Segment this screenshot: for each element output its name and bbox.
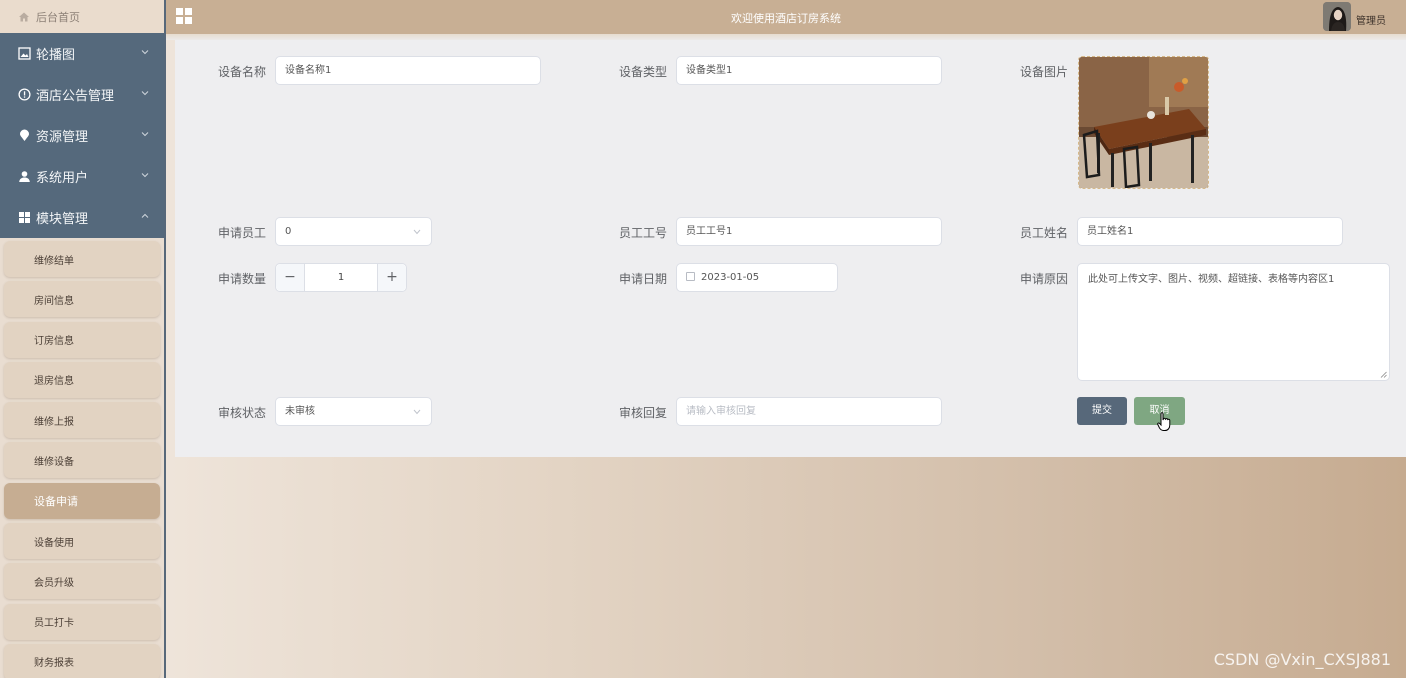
device-name-label: 设备名称: [217, 65, 266, 79]
device-image-label: 设备图片: [1019, 65, 1068, 79]
applicant-label: 申请员工: [217, 226, 266, 240]
employee-no-label: 员工工号: [618, 226, 667, 240]
submit-button[interactable]: 提交: [1077, 397, 1127, 425]
sidebar-item-users[interactable]: 系统用户: [0, 156, 164, 197]
sidebar-home[interactable]: 后台首页: [0, 0, 164, 33]
resize-handle-icon[interactable]: [1380, 371, 1387, 378]
review-reply-input[interactable]: 请输入审核回复: [676, 397, 942, 426]
apply-date-picker[interactable]: 2023-01-05: [676, 263, 838, 292]
sidebar-item-notice[interactable]: 酒店公告管理: [0, 74, 164, 115]
sidebar-item-label: 系统用户: [36, 171, 89, 186]
review-reply-label: 审核回复: [618, 406, 667, 420]
employee-no-input[interactable]: 员工工号1: [676, 217, 942, 246]
sidebar-item-label: 轮播图: [36, 48, 76, 63]
page-title: 欢迎使用酒店订房系统: [731, 12, 841, 25]
form-panel: 设备名称 设备名称1 设备类型 设备类型1 设备图片 申请员工 0 员工工号 员…: [175, 40, 1406, 457]
review-status-label: 审核状态: [217, 406, 266, 420]
admin-name[interactable]: 管理员: [1356, 12, 1386, 27]
submenu-item[interactable]: 会员升级: [4, 563, 160, 600]
chevron-down-icon: [141, 50, 149, 55]
calendar-icon: [686, 272, 695, 281]
submenu-item[interactable]: 房间信息: [4, 281, 160, 318]
info-icon: [18, 88, 31, 101]
user-icon: [19, 171, 30, 182]
employee-name-input[interactable]: 员工姓名1: [1077, 217, 1343, 246]
device-image[interactable]: [1078, 56, 1209, 189]
review-status-value: 未审核: [285, 406, 315, 417]
device-type-input[interactable]: 设备类型1: [676, 56, 942, 85]
top-bar: 欢迎使用酒店订房系统 管理员: [166, 0, 1406, 34]
submenu-item[interactable]: 设备使用: [4, 523, 160, 560]
submenu-item[interactable]: 维修设备: [4, 442, 160, 479]
device-type-label: 设备类型: [618, 65, 667, 79]
submenu-item[interactable]: 财务报表: [4, 643, 160, 678]
chevron-down-icon: [141, 91, 149, 96]
apply-date-value: 2023-01-05: [701, 272, 760, 283]
location-icon: [20, 129, 29, 141]
avatar[interactable]: [1323, 2, 1351, 31]
sidebar-item-modules[interactable]: 模块管理: [0, 197, 164, 238]
reason-text: 此处可上传文字、图片、视频、超链接、表格等内容区1: [1088, 274, 1335, 285]
increment-button[interactable]: +: [377, 264, 406, 291]
watermark: CSDN @Vxin_CXSJ881: [1213, 650, 1391, 669]
applicant-value: 0: [285, 226, 292, 237]
submenu-item-active[interactable]: 设备申请: [4, 482, 160, 519]
review-status-select[interactable]: 未审核: [275, 397, 432, 426]
sidebar: 后台首页 轮播图 酒店公告管理 资源管理 系统用户 模块管理 维修结单 房间信息…: [0, 0, 166, 678]
submenu-item[interactable]: 维修结单: [4, 241, 160, 277]
home-icon: [19, 12, 29, 21]
image-icon: [18, 47, 31, 60]
employee-name-label: 员工姓名: [1019, 226, 1068, 240]
sidebar-menu: 轮播图 酒店公告管理 资源管理 系统用户 模块管理: [0, 33, 164, 238]
sidebar-item-label: 资源管理: [36, 130, 89, 145]
submenu-item[interactable]: 退房信息: [4, 361, 160, 398]
submenu-item[interactable]: 订房信息: [4, 321, 160, 358]
sidebar-item-label: 酒店公告管理: [36, 89, 115, 104]
sidebar-item-carousel[interactable]: 轮播图: [0, 33, 164, 74]
sidebar-item-resources[interactable]: 资源管理: [0, 115, 164, 156]
applicant-select[interactable]: 0: [275, 217, 432, 246]
chevron-down-icon: [141, 173, 149, 178]
device-name-input[interactable]: 设备名称1: [275, 56, 541, 85]
apply-date-label: 申请日期: [618, 272, 667, 286]
quantity-stepper: − 1 +: [275, 263, 407, 292]
chevron-down-icon: [413, 229, 421, 235]
reason-label: 申请原因: [1019, 272, 1068, 286]
sidebar-home-label: 后台首页: [36, 10, 80, 24]
grid-icon: [19, 212, 30, 223]
decrement-button[interactable]: −: [276, 264, 305, 291]
submenu-list: 维修结单 房间信息 订房信息 退房信息 维修上报 维修设备 设备申请 设备使用 …: [0, 238, 164, 678]
chevron-down-icon: [141, 132, 149, 137]
submenu-item[interactable]: 维修上报: [4, 402, 160, 439]
chevron-up-icon: [141, 213, 149, 218]
reason-textarea[interactable]: 此处可上传文字、图片、视频、超链接、表格等内容区1: [1077, 263, 1390, 381]
sidebar-item-label: 模块管理: [36, 212, 89, 227]
chevron-down-icon: [413, 409, 421, 415]
submenu-item[interactable]: 员工打卡: [4, 603, 160, 640]
quantity-input[interactable]: 1: [305, 264, 377, 291]
quantity-label: 申请数量: [217, 272, 266, 286]
hand-cursor-icon: [1157, 412, 1171, 431]
